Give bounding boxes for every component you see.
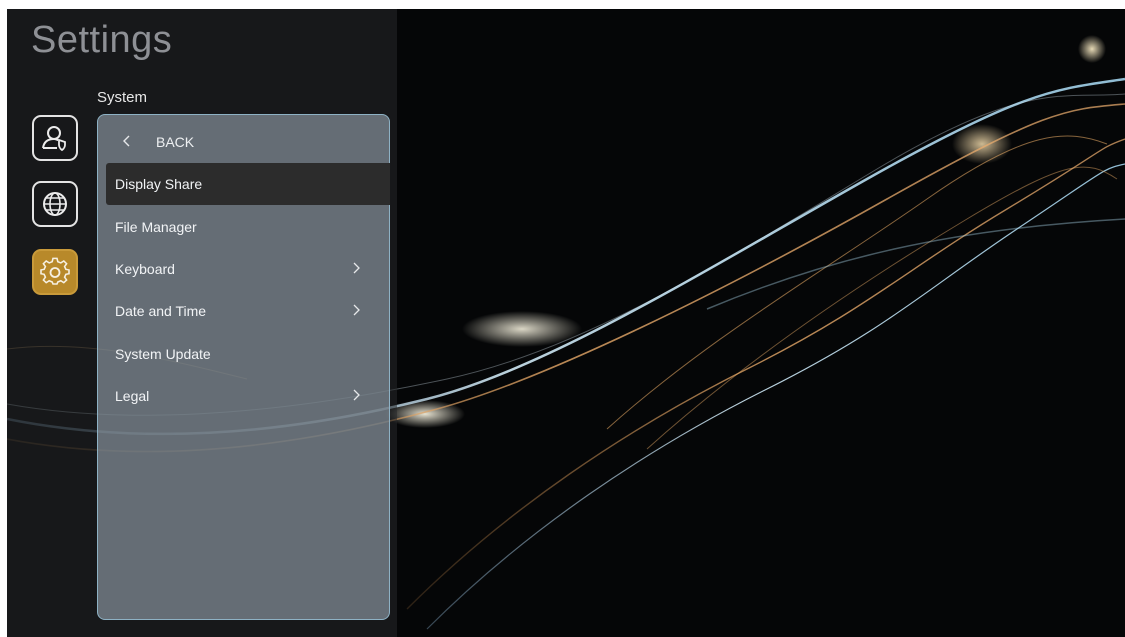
back-button[interactable]: BACK (98, 129, 389, 155)
menu-item-legal[interactable]: Legal (106, 375, 390, 417)
back-label: BACK (156, 134, 195, 150)
category-network-button[interactable] (32, 181, 78, 227)
menu-item-label: System Update (115, 346, 211, 362)
chevron-right-icon (353, 304, 360, 316)
menu-item-keyboard[interactable]: Keyboard (106, 248, 390, 290)
chevron-right-icon (353, 389, 360, 401)
category-system-button[interactable] (32, 249, 78, 295)
menu-item-file-manager[interactable]: File Manager (106, 206, 390, 248)
user-privacy-icon (42, 126, 66, 152)
category-user-privacy-button[interactable] (32, 115, 78, 161)
menu-item-system-update[interactable]: System Update (106, 333, 390, 375)
system-menu-panel: BACK Display Share File Manager Keyboard… (97, 114, 390, 620)
menu-item-display-share[interactable]: Display Share (106, 163, 390, 205)
menu-item-label: File Manager (115, 219, 197, 235)
menu-item-date-and-time[interactable]: Date and Time (106, 290, 390, 332)
section-title: System (97, 89, 148, 106)
chevron-left-icon (123, 135, 130, 147)
menu-item-label: Keyboard (115, 261, 175, 277)
menu-item-label: Display Share (115, 176, 203, 192)
globe-network-icon (43, 192, 67, 216)
page-title: Settings (31, 19, 173, 61)
chevron-right-icon (353, 262, 360, 274)
screen: Settings System BACK Display Share File … (7, 9, 1125, 637)
gear-icon (40, 257, 70, 285)
menu-item-label: Legal (115, 388, 150, 404)
menu-item-label: Date and Time (115, 303, 207, 319)
